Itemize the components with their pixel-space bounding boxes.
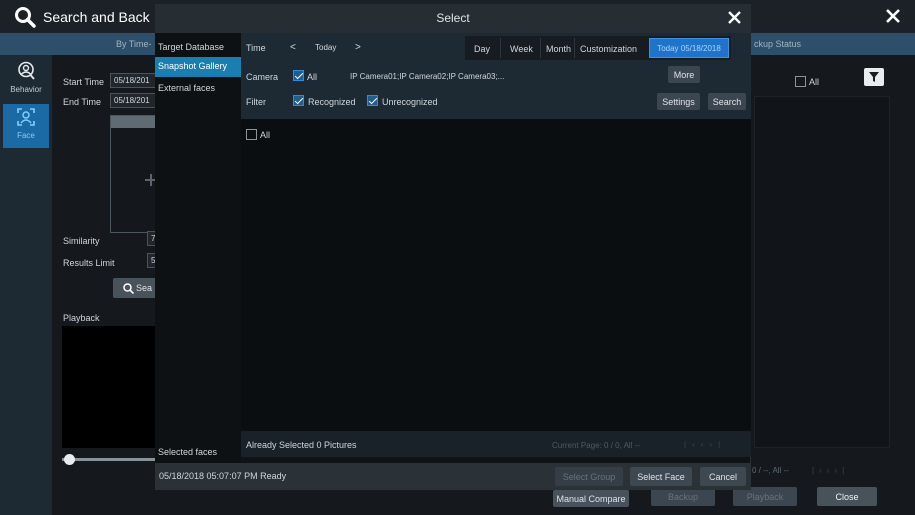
dialog-title: Select — [436, 11, 470, 25]
end-time-label: End Time — [63, 97, 102, 107]
settings-button[interactable]: Settings — [657, 93, 700, 110]
select-group-button[interactable]: Select Group — [555, 467, 623, 486]
prev-day-icon[interactable]: < — [290, 42, 296, 53]
similarity-label: Similarity — [63, 236, 100, 246]
gallery-grid — [241, 119, 751, 431]
cancel-button[interactable]: Cancel — [700, 467, 746, 486]
camera-all-checkbox[interactable] — [293, 70, 304, 81]
main-search-button[interactable]: Sea — [113, 278, 158, 298]
select-face-button[interactable]: Select Face — [630, 467, 692, 486]
end-time-field[interactable] — [110, 93, 157, 108]
sidebar-item-face[interactable]: Face — [3, 104, 49, 148]
recognized-label: Recognized — [308, 97, 356, 107]
main-pager: 0 / --, All -- — [752, 466, 789, 475]
sidebar-item-behavior[interactable]: Behavior — [0, 58, 52, 102]
start-time-label: Start Time — [63, 77, 105, 87]
unrecognized-label: Unrecognized — [382, 97, 438, 107]
camera-all-label: All — [307, 72, 318, 82]
main-pager-arrows[interactable]: |‹‹›| — [812, 466, 849, 475]
results-limit-label: Results Limit — [63, 258, 115, 268]
tab-divider — [574, 38, 575, 58]
nav-snapshot-gallery[interactable]: Snapshot Gallery — [155, 57, 241, 77]
status-text: 05/18/2018 05:07:07 PM Ready — [159, 471, 287, 481]
main-all-label: All — [809, 77, 820, 87]
unrecognized-checkbox[interactable] — [367, 95, 378, 106]
search-button-label: Sea — [136, 283, 153, 293]
playback-timeline[interactable] — [62, 458, 160, 461]
backup-status-label: ckup Status — [754, 39, 802, 49]
search-icon — [14, 6, 36, 28]
pager-arrows[interactable]: |‹‹›| — [684, 440, 726, 449]
already-selected-label: Already Selected 0 Pictures — [246, 440, 357, 450]
more-button[interactable]: More — [668, 66, 700, 83]
playback-label: Playback — [63, 313, 100, 323]
grid-all-checkbox[interactable] — [246, 129, 257, 140]
grid-all-label: All — [260, 130, 271, 140]
tab-month[interactable]: Month — [546, 44, 571, 54]
filter-label: Filter — [246, 97, 266, 107]
tab-divider — [500, 38, 501, 58]
date-badge[interactable]: Today 05/18/2018 — [649, 38, 729, 58]
sidebar-item-label: Behavior — [10, 85, 42, 94]
today-label[interactable]: Today — [315, 43, 336, 52]
timeline-handle[interactable] — [64, 454, 75, 465]
dialog-nav — [155, 33, 241, 463]
nav-external-faces[interactable]: External faces — [158, 83, 215, 93]
nav-target-database[interactable]: Target Database — [158, 42, 224, 52]
main-title: Search and Back — [43, 9, 150, 25]
date-badge-label: Today 05/18/2018 — [657, 44, 721, 53]
main-close-button[interactable]: Close — [817, 487, 877, 506]
dialog-close-icon[interactable] — [728, 11, 741, 24]
behavior-icon — [16, 61, 36, 81]
playback-video-area[interactable] — [62, 326, 160, 448]
tab-divider — [540, 38, 541, 58]
main-all-checkbox[interactable] — [795, 76, 806, 87]
time-label: Time — [246, 43, 266, 53]
selected-faces-label: Selected faces — [158, 447, 218, 457]
search-icon — [123, 282, 135, 294]
start-time-field[interactable] — [110, 73, 157, 88]
face-image-header — [111, 116, 159, 128]
nav-snapshot-gallery-label: Snapshot Gallery — [158, 61, 228, 71]
sidebar-item-label: Face — [17, 131, 35, 140]
main-close-icon[interactable] — [886, 9, 900, 23]
face-icon — [16, 107, 36, 127]
next-day-icon[interactable]: > — [355, 42, 361, 53]
recognized-checkbox[interactable] — [293, 95, 304, 106]
tab-day[interactable]: Day — [474, 44, 490, 54]
tab-week[interactable]: Week — [510, 44, 533, 54]
filter-icon — [869, 72, 879, 82]
filter-button[interactable] — [864, 68, 884, 86]
current-page-label: Current Page: 0 / 0, All -- — [552, 441, 641, 450]
tab-by-time[interactable]: By Time- — [116, 39, 152, 49]
manual-compare-button[interactable]: Manual Compare — [553, 490, 629, 507]
face-image-box[interactable] — [110, 115, 160, 233]
tab-customization[interactable]: Customization — [580, 44, 637, 54]
camera-label: Camera — [246, 72, 279, 82]
dialog-search-button[interactable]: Search — [708, 93, 746, 110]
camera-list: IP Camera01;IP Camera02;IP Camera03;... — [350, 72, 505, 81]
results-panel — [754, 96, 890, 448]
